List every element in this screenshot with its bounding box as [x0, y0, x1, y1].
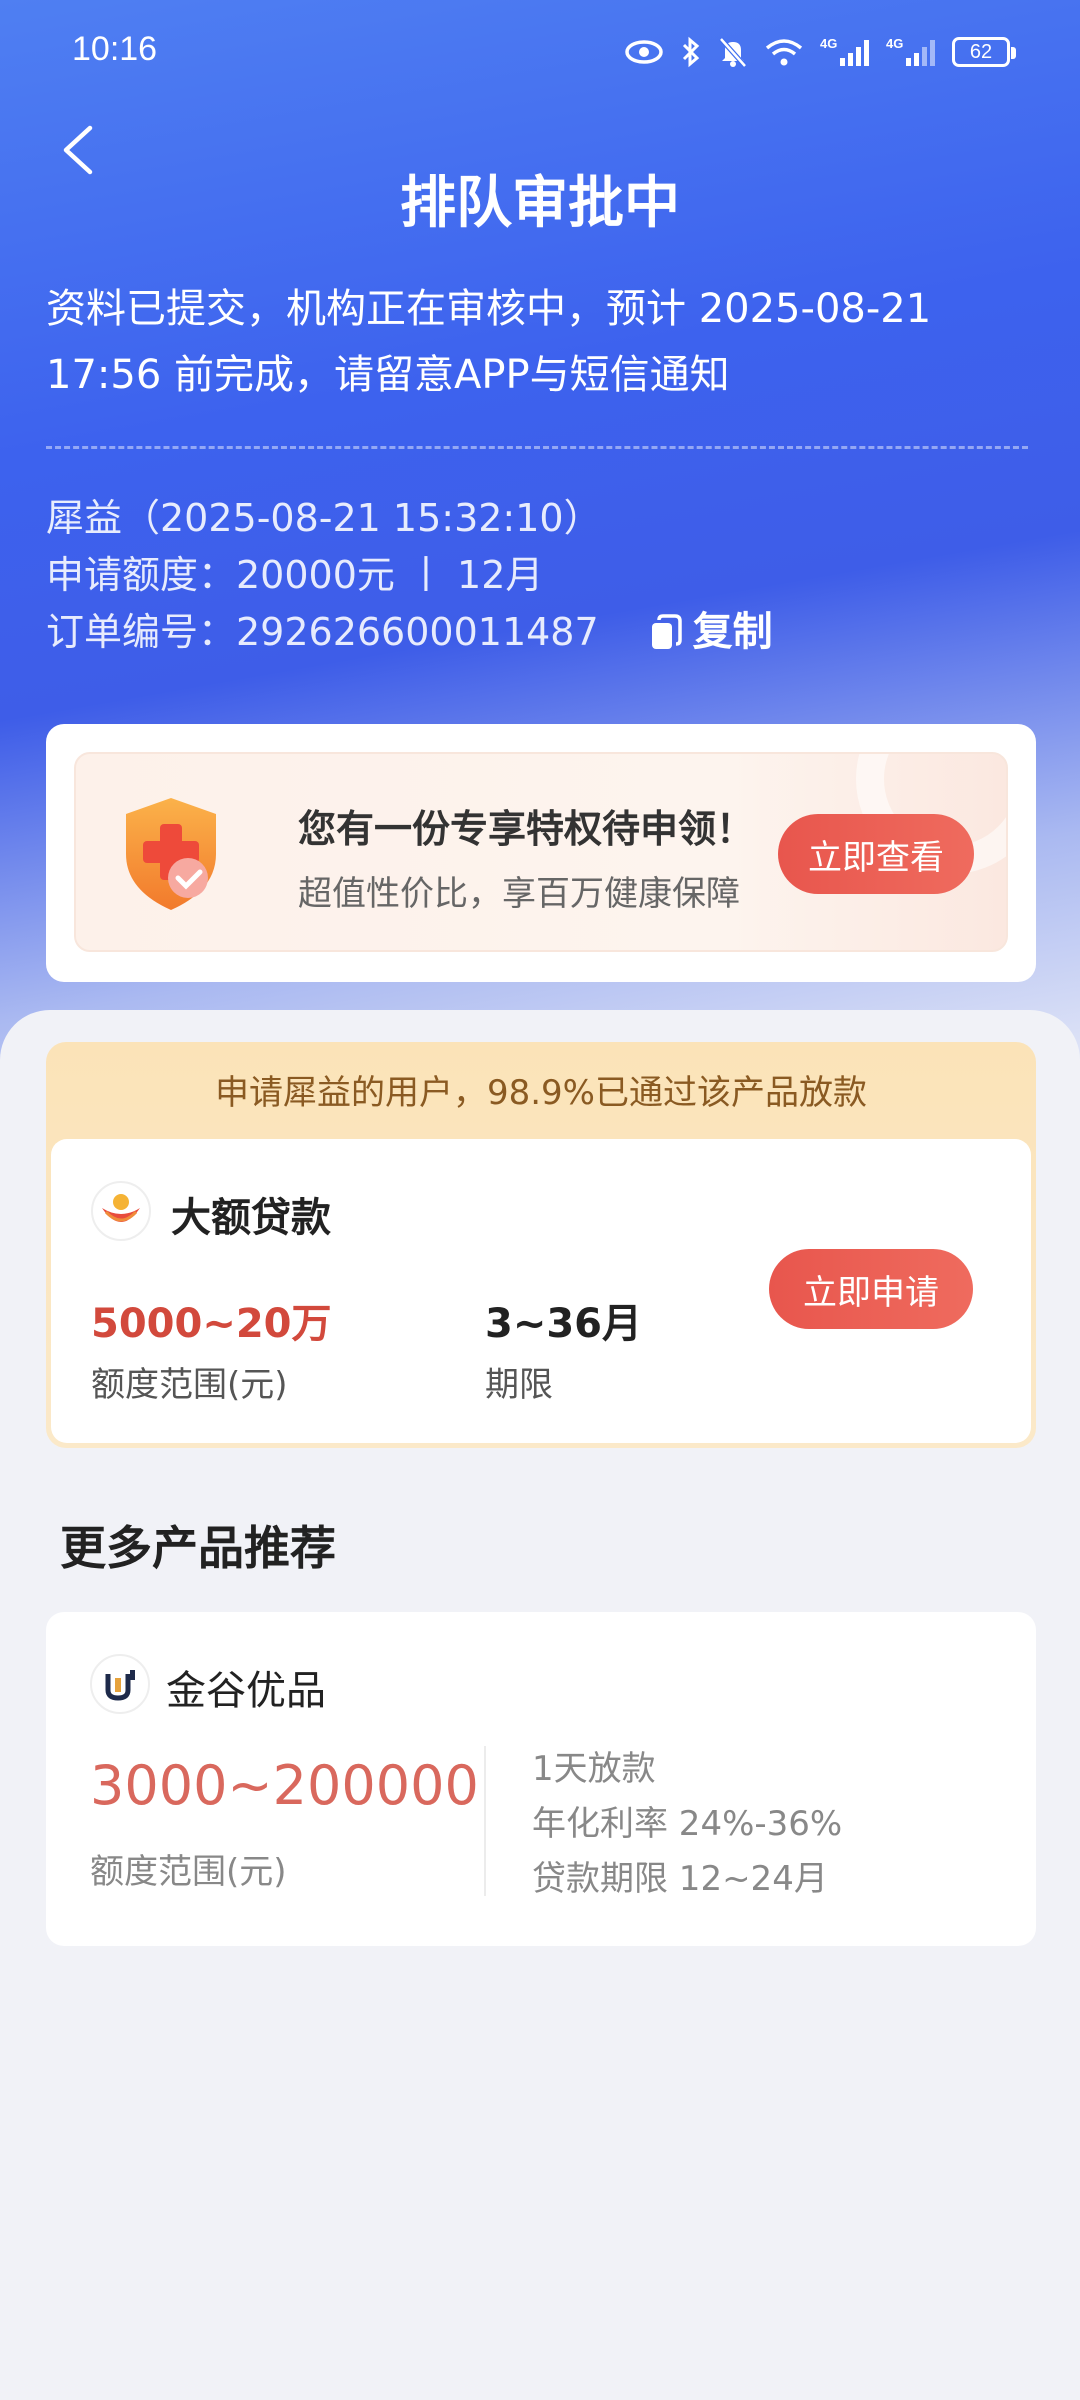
recommended-product-card[interactable]: 金谷优品 3000~200000 额度范围(元) 1天放款 年化利率 24%-3… [46, 1612, 1036, 1946]
amount-range-label: 额度范围(元) [90, 1852, 287, 1892]
privilege-title: 您有一份专享特权待申领！ [298, 807, 755, 851]
signal-4g-icon: 4G [820, 36, 869, 66]
battery-icon: 62 [952, 37, 1016, 67]
divider [46, 446, 1028, 449]
status-description: 资料已提交，机构正在审核中，预计 2025-08-21 17:56 前完成，请留… [46, 286, 932, 398]
loan-term-label: 期限 [485, 1365, 553, 1405]
divider [484, 1746, 486, 1896]
detail-loan-term: 贷款期限 12~24月 [532, 1859, 828, 1899]
shield-health-icon [126, 798, 216, 910]
view-now-button[interactable]: 立即查看 [778, 814, 974, 894]
product-name: 金谷优品 [166, 1668, 326, 1714]
privilege-banner: 您有一份专享特权待申领！ 超值性价比，享百万健康保障 立即查看 [74, 752, 1008, 952]
signal-4g-icon-2: 4G [886, 36, 935, 66]
section-title: 更多产品推荐 [60, 1521, 336, 1575]
detail-disbursement: 1天放款 [532, 1749, 656, 1789]
promo-banner: 申请犀益的用户，98.9%已通过该产品放款 [214, 1073, 867, 1113]
privilege-subtitle: 超值性价比，享百万健康保障 [298, 874, 740, 914]
copy-label: 复制 [692, 609, 773, 655]
jingu-logo-icon [105, 1670, 135, 1701]
copy-button[interactable]: 复制 [649, 604, 773, 661]
detail-interest-rate: 年化利率 24%-36% [532, 1804, 843, 1844]
institution-line: 犀益（2025-08-21 15:32:10） [46, 496, 602, 540]
product-logo [90, 1654, 150, 1714]
status-bar: 10:16 4G 4G 62 [0, 0, 1080, 100]
page-title: 排队审批中 [400, 171, 680, 236]
amount-line: 申请额度：20000元 丨 12月 [46, 553, 544, 597]
featured-product-card[interactable]: 申请犀益的用户，98.9%已通过该产品放款 大额贷款 5000~20万 额度范围… [46, 1042, 1036, 1448]
amount-range: 3000~200000 [90, 1754, 479, 1817]
featured-product-body: 大额贷款 5000~20万 额度范围(元) 3~36月 期限 立即申请 [51, 1139, 1031, 1443]
bluetooth-icon [682, 36, 700, 68]
mute-bell-icon [719, 37, 747, 68]
wifi-icon [765, 39, 803, 66]
apply-now-button[interactable]: 立即申请 [769, 1249, 973, 1329]
svg-text:4G: 4G [820, 36, 837, 51]
order-info: 犀益（2025-08-21 15:32:10） 申请额度：20000元 丨 12… [46, 490, 1046, 661]
battery-level: 62 [969, 40, 993, 63]
loan-term: 3~36月 [485, 1301, 643, 1347]
product-details: 1天放款 年化利率 24%-36% 贷款期限 12~24月 [532, 1742, 842, 1907]
amount-range-label: 额度范围(元) [91, 1365, 288, 1405]
amount-range: 5000~20万 [91, 1301, 332, 1347]
order-number: 订单编号：292626600011487 [46, 610, 599, 654]
copy-icon [651, 613, 682, 649]
eye-icon [625, 40, 663, 64]
product-name: 大额贷款 [171, 1195, 331, 1241]
status-time: 10:16 [72, 30, 158, 68]
status-icons: 4G 4G 62 [624, 30, 1016, 74]
order-number-row: 订单编号：292626600011487 复制 [46, 604, 1046, 661]
privilege-card[interactable]: 您有一份专享特权待申领！ 超值性价比，享百万健康保障 立即查看 [46, 724, 1036, 982]
svg-text:4G: 4G [886, 36, 903, 51]
product-logo [91, 1181, 151, 1241]
large-loan-logo-icon [102, 1194, 140, 1222]
